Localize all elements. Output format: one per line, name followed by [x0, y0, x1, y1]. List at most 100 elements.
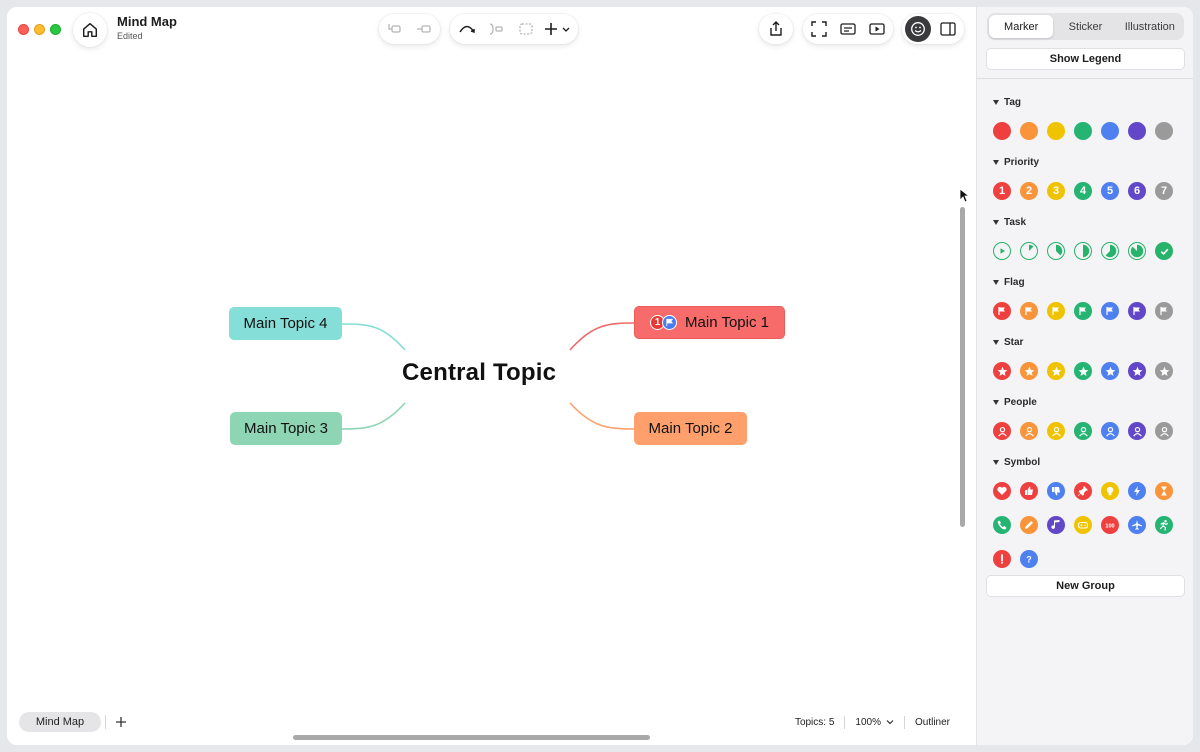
marker-group-header[interactable]: People	[993, 397, 1037, 408]
tab-sticker[interactable]: Sticker	[1053, 15, 1117, 38]
star-marker[interactable]	[1020, 362, 1038, 380]
marker-group-header[interactable]: Symbol	[993, 457, 1040, 468]
main-topic-4[interactable]: Main Topic 4	[229, 307, 342, 340]
disclosure-triangle-icon[interactable]	[993, 460, 999, 465]
new-group-button[interactable]: New Group	[986, 575, 1185, 597]
outliner-button[interactable]: Outliner	[915, 717, 950, 728]
symbol-marker[interactable]	[1020, 516, 1038, 534]
marker-row-people	[993, 422, 1173, 440]
symbol-marker[interactable]	[1155, 516, 1173, 534]
central-topic[interactable]: Central Topic	[402, 359, 556, 387]
mind-map-canvas[interactable]: Mind Map Edited Central Topic 1 Main Top…	[7, 7, 970, 745]
tag-marker[interactable]	[1101, 122, 1119, 140]
disclosure-triangle-icon[interactable]	[993, 400, 999, 405]
tag-marker[interactable]	[1020, 122, 1038, 140]
flag-marker[interactable]	[1074, 302, 1092, 320]
people-marker[interactable]	[1047, 422, 1065, 440]
tag-marker[interactable]	[1155, 122, 1173, 140]
star-marker[interactable]	[1155, 362, 1173, 380]
symbol-marker[interactable]	[993, 550, 1011, 568]
disclosure-triangle-icon[interactable]	[993, 280, 999, 285]
symbol-marker[interactable]	[1074, 482, 1092, 500]
priority-marker[interactable]: 2	[1020, 182, 1038, 200]
disclosure-triangle-icon[interactable]	[993, 100, 999, 105]
disclosure-triangle-icon[interactable]	[993, 220, 999, 225]
topic-label: Main Topic 4	[243, 315, 328, 332]
flag-icon	[997, 306, 1007, 316]
marker-group-header[interactable]: Flag	[993, 277, 1025, 288]
tag-marker[interactable]	[1128, 122, 1146, 140]
star-marker[interactable]	[1074, 362, 1092, 380]
priority-marker[interactable]: 3	[1047, 182, 1065, 200]
star-marker[interactable]	[1128, 362, 1146, 380]
task-marker[interactable]	[993, 242, 1011, 260]
marker-group-header[interactable]: Tag	[993, 97, 1021, 108]
main-topic-2[interactable]: Main Topic 2	[634, 412, 747, 445]
priority-marker[interactable]: 6	[1128, 182, 1146, 200]
task-marker[interactable]	[1128, 242, 1146, 260]
people-marker[interactable]	[1074, 422, 1092, 440]
flag-marker[interactable]	[1020, 302, 1038, 320]
tab-illustration[interactable]: Illustration	[1118, 15, 1182, 38]
topic-label: Main Topic 3	[244, 420, 328, 437]
symbol-marker[interactable]	[1128, 516, 1146, 534]
task-marker[interactable]	[1020, 242, 1038, 260]
priority-marker[interactable]: 4	[1074, 182, 1092, 200]
tag-marker[interactable]	[1074, 122, 1092, 140]
flag-marker[interactable]	[662, 315, 678, 330]
symbol-marker[interactable]	[1155, 482, 1173, 500]
flag-icon	[1105, 306, 1115, 316]
disclosure-triangle-icon[interactable]	[993, 160, 999, 165]
tab-marker[interactable]: Marker	[989, 15, 1054, 38]
priority-marker[interactable]: 1	[993, 182, 1011, 200]
people-marker[interactable]	[1020, 422, 1038, 440]
disclosure-triangle-icon[interactable]	[993, 340, 999, 345]
symbol-marker[interactable]: ?	[1020, 550, 1038, 568]
task-icon	[1076, 244, 1090, 258]
symbol-marker[interactable]	[1047, 516, 1065, 534]
symbol-marker[interactable]	[1101, 482, 1119, 500]
marker-group-header[interactable]: Priority	[993, 157, 1039, 168]
tag-marker[interactable]	[993, 122, 1011, 140]
task-marker[interactable]	[1101, 242, 1119, 260]
flag-marker[interactable]	[1155, 302, 1173, 320]
symbol-marker[interactable]	[993, 516, 1011, 534]
task-marker[interactable]	[1047, 242, 1065, 260]
pin-icon	[1077, 485, 1089, 497]
star-marker[interactable]	[1047, 362, 1065, 380]
symbol-marker[interactable]	[1047, 482, 1065, 500]
star-marker[interactable]	[993, 362, 1011, 380]
symbol-marker[interactable]	[993, 482, 1011, 500]
tag-marker[interactable]	[1047, 122, 1065, 140]
symbol-marker[interactable]	[1128, 482, 1146, 500]
task-marker[interactable]	[1155, 242, 1173, 260]
flag-marker[interactable]	[993, 302, 1011, 320]
task-marker[interactable]	[1074, 242, 1092, 260]
flag-marker[interactable]	[1101, 302, 1119, 320]
people-marker[interactable]	[1128, 422, 1146, 440]
marker-group-header[interactable]: Task	[993, 217, 1026, 228]
priority-marker[interactable]: 5	[1101, 182, 1119, 200]
main-topic-1[interactable]: 1 Main Topic 1	[634, 306, 785, 339]
main-topic-3[interactable]: Main Topic 3	[230, 412, 342, 445]
marker-row-star	[993, 362, 1173, 380]
horizontal-scrollbar[interactable]	[293, 735, 650, 740]
flag-marker[interactable]	[1128, 302, 1146, 320]
show-legend-button[interactable]: Show Legend	[986, 48, 1185, 70]
people-marker[interactable]	[993, 422, 1011, 440]
people-marker[interactable]	[1155, 422, 1173, 440]
marker-group-label: Task	[1004, 217, 1027, 228]
marker-group-header[interactable]: Star	[993, 337, 1023, 348]
flag-icon	[1051, 306, 1061, 316]
add-sheet-button[interactable]	[111, 712, 131, 732]
symbol-marker[interactable]	[1074, 516, 1092, 534]
flag-marker[interactable]	[1047, 302, 1065, 320]
star-marker[interactable]	[1101, 362, 1119, 380]
sheet-tab[interactable]: Mind Map	[19, 712, 101, 732]
people-marker[interactable]	[1101, 422, 1119, 440]
priority-marker[interactable]: 7	[1155, 182, 1173, 200]
symbol-marker[interactable]	[1020, 482, 1038, 500]
symbol-marker[interactable]: 100	[1101, 516, 1119, 534]
zoom-menu[interactable]: 100%	[855, 717, 894, 728]
vertical-scrollbar[interactable]	[960, 207, 965, 527]
